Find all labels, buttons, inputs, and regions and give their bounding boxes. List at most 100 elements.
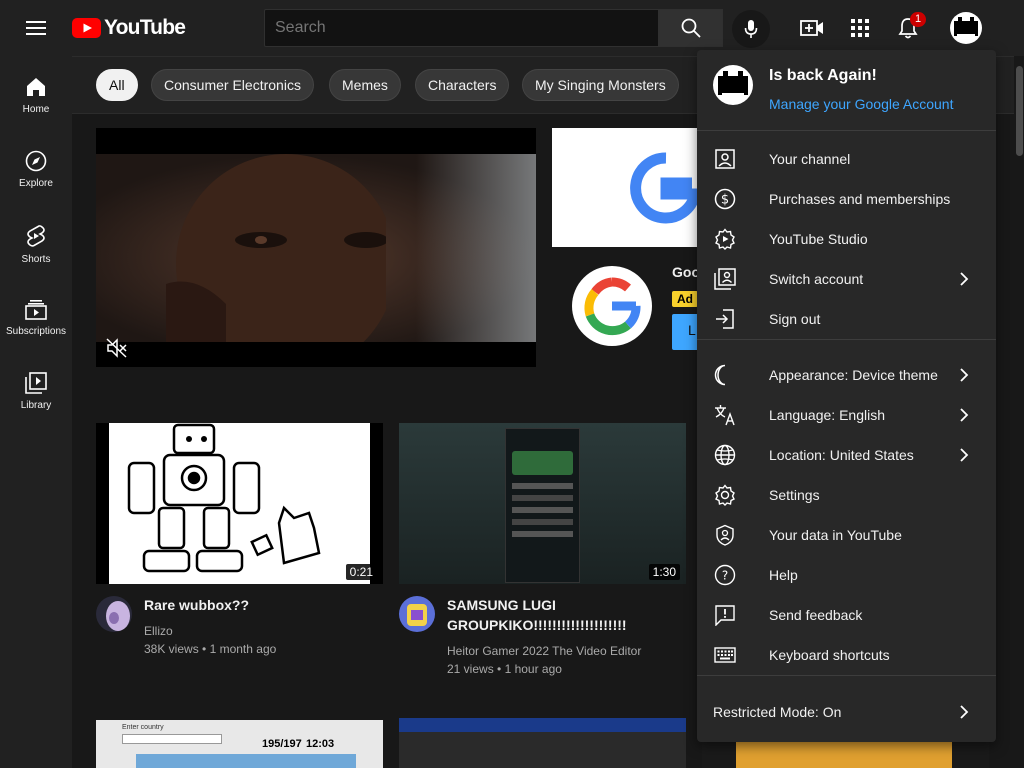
subscriptions-icon: [25, 300, 47, 320]
video-thumbnail[interactable]: Enter country 195/197 12:03: [96, 720, 383, 768]
upload-age: 1 month ago: [209, 642, 277, 656]
menu-item-settings[interactable]: Settings: [697, 475, 996, 515]
notifications-button[interactable]: 1: [894, 12, 926, 42]
menu-item-keyboard-shortcuts[interactable]: Keyboard shortcuts: [697, 635, 996, 675]
account-avatar[interactable]: [950, 12, 982, 44]
manage-google-account-link[interactable]: Manage your Google Account: [769, 96, 953, 112]
menu-item-label: Purchases and memberships: [769, 191, 951, 207]
video-thumbnail[interactable]: 1:30: [399, 423, 686, 584]
sidebar-item-label: Explore: [19, 178, 53, 189]
ad-badge: Ad: [672, 291, 698, 307]
channel-name[interactable]: Heitor Gamer 2022 The Video Editor: [447, 642, 641, 660]
library-icon: [25, 372, 47, 394]
globe-icon: [714, 444, 736, 466]
avatar-robot-icon: [954, 17, 978, 37]
menu-item-help[interactable]: ? Help: [697, 555, 996, 595]
youtube-logo[interactable]: YouTube: [72, 15, 186, 41]
menu-item-your-channel[interactable]: Your channel: [697, 139, 996, 179]
sidebar-item-label: Shorts: [21, 254, 51, 265]
video-stats: 21 views • 1 hour ago: [447, 662, 562, 676]
sidebar-item-home[interactable]: Home: [0, 56, 72, 130]
mute-icon[interactable]: [106, 338, 128, 358]
chevron-right-icon: [960, 272, 969, 286]
chip-consumer-electronics[interactable]: Consumer Electronics: [151, 69, 314, 101]
video-title[interactable]: SAMSUNG LUGI GROUPKIKO!!!!!!!!!!!!!!!!!!…: [447, 595, 677, 635]
channel-avatar[interactable]: [399, 596, 435, 632]
video-duration: 0:21: [345, 564, 377, 580]
menu-item-location[interactable]: Location: United States: [697, 435, 996, 475]
search-button[interactable]: [659, 9, 723, 47]
menu-item-label: Keyboard shortcuts: [769, 647, 890, 663]
menu-item-sign-out[interactable]: Sign out: [697, 299, 996, 339]
menu-item-label: Appearance: Device theme: [769, 367, 938, 383]
thumbnail-image: [109, 423, 370, 584]
video-duration: 1:30: [648, 564, 680, 580]
chip-characters[interactable]: Characters: [415, 69, 510, 101]
help-circle-icon: ?: [714, 564, 736, 586]
menu-item-your-data[interactable]: Your data in YouTube: [697, 515, 996, 555]
menu-item-label: Restricted Mode: On: [713, 704, 842, 720]
menu-item-label: Help: [769, 567, 798, 583]
search-input[interactable]: [264, 9, 659, 47]
sidebar-item-subscriptions[interactable]: Subscriptions: [0, 278, 72, 352]
menu-item-appearance[interactable]: Appearance: Device theme: [697, 355, 996, 395]
avatar-robot-icon: [718, 71, 748, 96]
menu-item-switch-account[interactable]: Switch account: [697, 259, 996, 299]
svg-text:$: $: [721, 193, 729, 208]
chip-memes[interactable]: Memes: [329, 69, 401, 101]
ad-banner-image[interactable]: [552, 128, 712, 247]
featured-video-player[interactable]: [96, 128, 536, 367]
menu-item-restricted-mode[interactable]: Restricted Mode: On: [697, 692, 996, 732]
ad-channel-logo[interactable]: [572, 266, 652, 346]
account-menu: Is back Again! Manage your Google Accoun…: [697, 50, 996, 742]
robot-drawing: [127, 423, 321, 573]
avatar-monster-image: [106, 601, 130, 631]
menu-item-youtube-studio[interactable]: YouTube Studio: [697, 219, 996, 259]
account-menu-header: Is back Again! Manage your Google Accoun…: [697, 50, 996, 131]
sign-out-icon: [716, 309, 734, 329]
sidebar-item-explore[interactable]: Explore: [0, 130, 72, 204]
chip-my-singing-monsters[interactable]: My Singing Monsters: [522, 69, 679, 101]
video-thumbnail[interactable]: [399, 718, 686, 768]
channel-avatar[interactable]: [96, 596, 132, 632]
menu-item-purchases[interactable]: $ Purchases and memberships: [697, 179, 996, 219]
settings-gear-icon: [715, 484, 735, 506]
sidebar-item-library[interactable]: Library: [0, 352, 72, 426]
chevron-right-icon: [960, 448, 969, 462]
menu-item-send-feedback[interactable]: Send feedback: [697, 595, 996, 635]
apps-button[interactable]: [846, 14, 874, 42]
menu-item-label: Send feedback: [769, 607, 863, 623]
sidebar-item-label: Library: [20, 400, 52, 411]
page-scrollbar[interactable]: [1014, 56, 1024, 768]
menu-item-label: YouTube Studio: [769, 231, 868, 247]
upload-age: 1 hour ago: [504, 662, 562, 676]
video-title[interactable]: Rare wubbox??: [144, 595, 374, 615]
menu-item-label: Your data in YouTube: [769, 527, 902, 543]
sidebar-item-shorts[interactable]: Shorts: [0, 204, 72, 278]
create-video-button[interactable]: [798, 14, 826, 42]
svg-text:?: ?: [722, 569, 728, 583]
studio-gear-icon: [715, 228, 735, 250]
account-name: Is back Again!: [769, 67, 877, 84]
sidebar-item-label: Home: [22, 104, 50, 115]
moon-icon: [714, 364, 726, 386]
thumbnail-label: Enter country: [122, 724, 164, 731]
account-menu-section-account: Your channel $ Purchases and memberships…: [697, 139, 996, 340]
chip-all[interactable]: All: [96, 69, 138, 101]
ad-title[interactable]: Goo: [672, 264, 700, 280]
menu-item-language[interactable]: Language: English: [697, 395, 996, 435]
keyboard-icon: [714, 647, 736, 663]
video-thumbnail[interactable]: 0:21: [96, 423, 383, 584]
video-frame: [96, 154, 536, 342]
voice-search-button[interactable]: [732, 10, 770, 48]
menu-item-label: Language: English: [769, 407, 885, 423]
channel-name[interactable]: Ellizo: [144, 622, 173, 640]
scrollbar-thumb[interactable]: [1016, 66, 1023, 156]
shield-person-icon: [716, 524, 734, 546]
thumbnail-banner-shape: [399, 718, 686, 732]
hamburger-menu-icon[interactable]: [20, 16, 52, 40]
phone-screen-image: [505, 428, 580, 583]
thumbnail-time: 12:03: [306, 738, 335, 750]
logo-text: YouTube: [104, 16, 186, 39]
account-menu-section-restricted: Restricted Mode: On: [697, 692, 996, 732]
